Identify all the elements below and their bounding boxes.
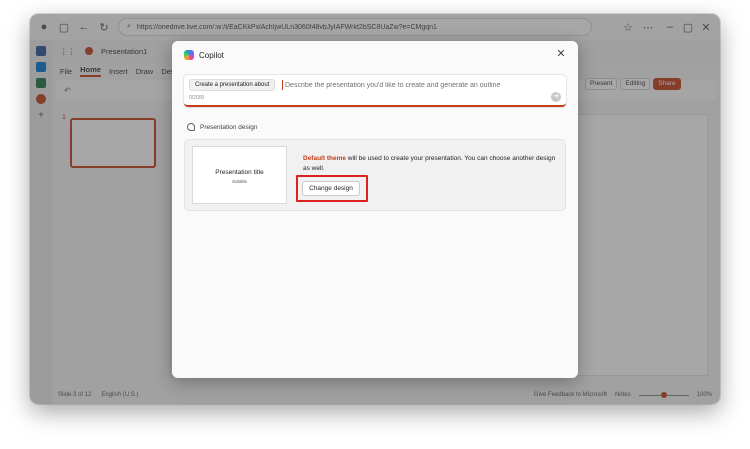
preview-title: Presentation title — [215, 169, 264, 176]
default-theme-label: Default theme — [303, 155, 346, 162]
prompt-input[interactable] — [285, 79, 545, 91]
design-icon — [187, 123, 195, 131]
copilot-icon — [184, 50, 194, 60]
dialog-title: Copilot — [199, 50, 224, 60]
design-card: Presentation title Subtitle Default them… — [184, 139, 566, 211]
section-label: Presentation design — [187, 123, 257, 131]
copilot-dialog: Copilot ✕ Create a presentation about 0/… — [172, 41, 578, 378]
prompt-chip[interactable]: Create a presentation about — [189, 79, 276, 91]
design-description: Default theme will be used to create you… — [303, 154, 558, 174]
text-caret — [282, 80, 283, 90]
section-title: Presentation design — [200, 123, 258, 131]
preview-subtitle: Subtitle — [231, 179, 247, 184]
send-icon[interactable]: ➔ — [551, 92, 561, 102]
dialog-header: Copilot — [184, 50, 224, 60]
prompt-box: Create a presentation about 0/2000 ➔ — [184, 75, 566, 107]
change-design-highlight: Change design — [296, 175, 368, 202]
close-icon[interactable]: ✕ — [554, 47, 568, 61]
change-design-button[interactable]: Change design — [302, 181, 360, 196]
design-preview: Presentation title Subtitle — [192, 146, 287, 204]
char-counter: 0/2000 — [189, 95, 205, 101]
